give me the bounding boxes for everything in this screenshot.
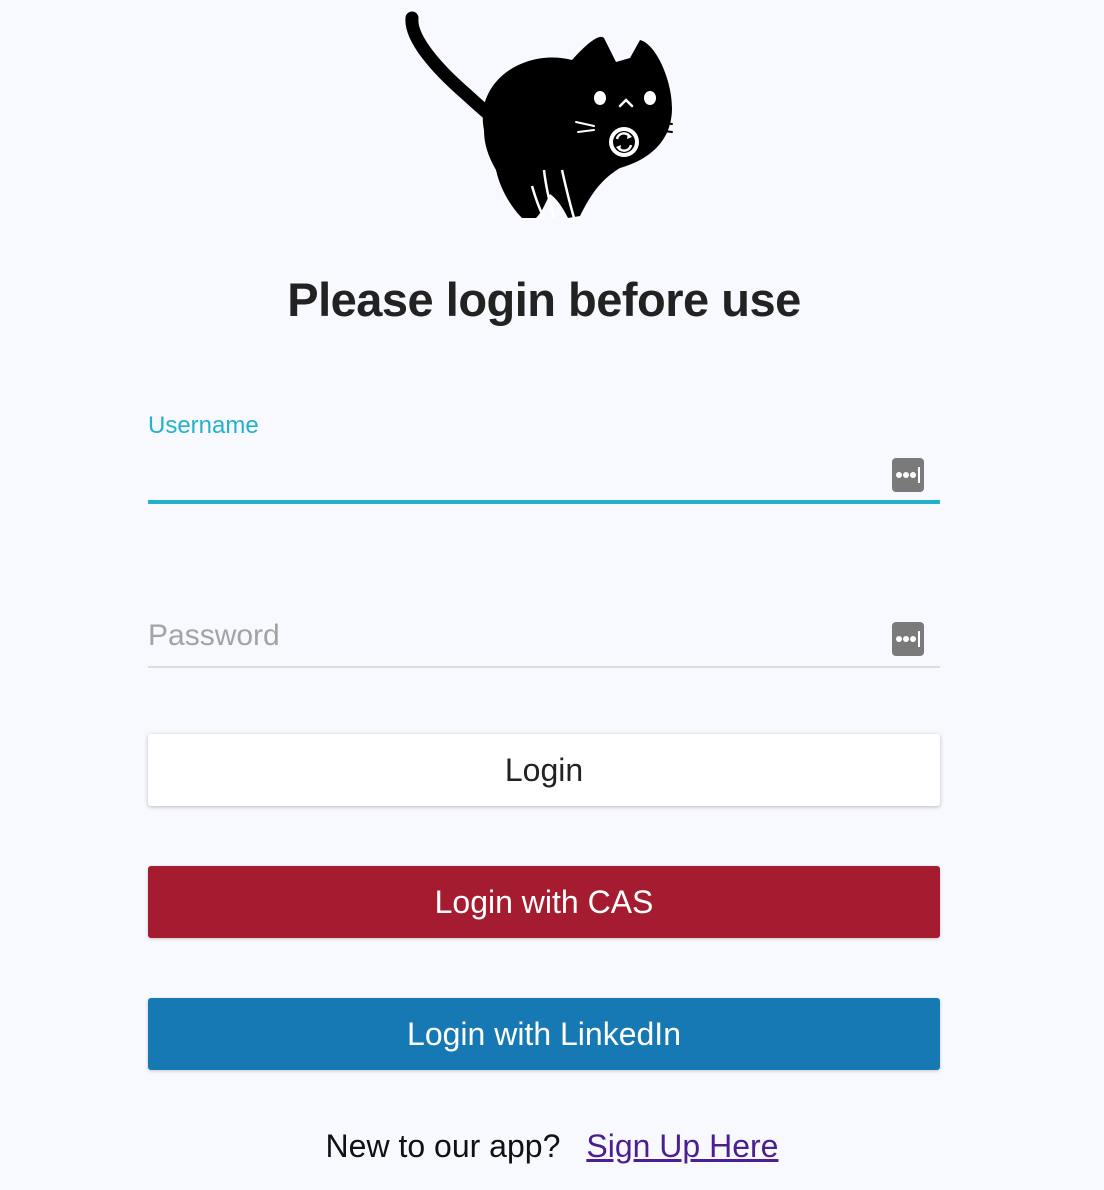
- password-manager-icon[interactable]: [892, 458, 924, 492]
- username-underline: [148, 500, 940, 504]
- page-title: Please login before use: [287, 273, 801, 326]
- username-label: Username: [148, 412, 259, 439]
- password-underline: [148, 666, 940, 668]
- cat-sync-logo-icon: [405, 11, 673, 219]
- password-manager-icon[interactable]: [892, 622, 924, 656]
- login-button[interactable]: Login: [148, 734, 940, 806]
- signup-link[interactable]: Sign Up Here: [586, 1128, 778, 1164]
- username-input[interactable]: [148, 454, 878, 498]
- password-input[interactable]: [148, 614, 878, 658]
- login-with-linkedin-button[interactable]: Login with LinkedIn: [148, 998, 940, 1070]
- signup-row: New to our app? Sign Up Here: [0, 1128, 1104, 1165]
- login-with-cas-button[interactable]: Login with CAS: [148, 866, 940, 938]
- cat-logo: [404, 10, 680, 224]
- signup-prompt: New to our app?: [325, 1128, 561, 1164]
- password-field: [148, 600, 940, 668]
- username-field: Username: [148, 410, 940, 504]
